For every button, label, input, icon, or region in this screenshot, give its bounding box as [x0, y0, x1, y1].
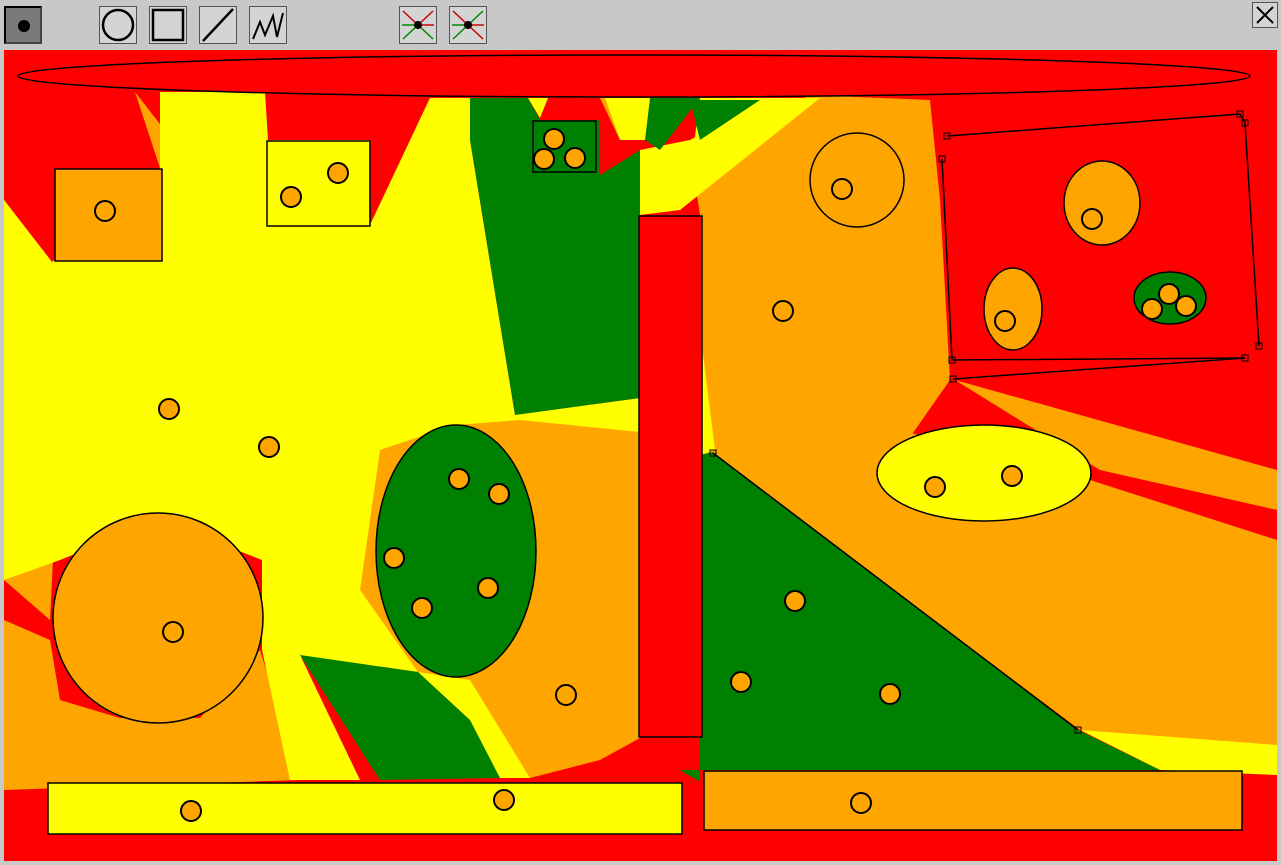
close-icon: [1256, 6, 1274, 24]
point-marker[interactable]: [879, 683, 901, 705]
point-marker[interactable]: [448, 468, 470, 490]
point-marker[interactable]: [564, 147, 586, 169]
point-marker[interactable]: [477, 577, 499, 599]
red-pillar-obstacle[interactable]: [638, 215, 703, 738]
light-rays-icon: [402, 10, 434, 40]
point-marker[interactable]: [327, 162, 349, 184]
point-marker[interactable]: [831, 178, 853, 200]
point-marker[interactable]: [543, 128, 565, 150]
point-marker[interactable]: [280, 186, 302, 208]
point-marker[interactable]: [784, 590, 806, 612]
top-ellipse-obstacle[interactable]: [17, 54, 1251, 98]
circle-icon: [101, 8, 135, 42]
light-rays-icon: [452, 10, 484, 40]
orange-bar-obstacle[interactable]: [703, 770, 1243, 831]
point-marker[interactable]: [383, 547, 405, 569]
point-tool-button[interactable]: [4, 6, 42, 44]
orange-circle-obstacle-large[interactable]: [52, 512, 264, 724]
scene-svg[interactable]: [4, 50, 1277, 861]
point-marker[interactable]: [1081, 208, 1103, 230]
point-marker[interactable]: [158, 398, 180, 420]
point-marker[interactable]: [1141, 298, 1163, 320]
point-marker[interactable]: [1158, 283, 1180, 305]
polyline-tool-button[interactable]: [249, 6, 287, 44]
point-marker[interactable]: [1175, 295, 1197, 317]
toolbar: [0, 0, 1281, 50]
point-marker[interactable]: [258, 436, 280, 458]
polyline-icon: [252, 12, 284, 40]
line-icon: [202, 8, 234, 42]
yellow-ellipse-obstacle[interactable]: [876, 424, 1092, 522]
point-marker[interactable]: [730, 671, 752, 693]
orange-ellipse-obstacle-a[interactable]: [1063, 160, 1141, 246]
point-marker[interactable]: [533, 148, 555, 170]
close-button[interactable]: [1252, 2, 1278, 28]
point-marker[interactable]: [94, 200, 116, 222]
yellow-square-obstacle[interactable]: [266, 140, 371, 227]
rectangle-tool-button[interactable]: [149, 6, 187, 44]
point-marker[interactable]: [162, 621, 184, 643]
yellow-bar-obstacle[interactable]: [47, 782, 683, 835]
light-source-a-button[interactable]: [399, 6, 437, 44]
point-marker[interactable]: [555, 684, 577, 706]
light-source-b-button[interactable]: [449, 6, 487, 44]
square-icon: [151, 8, 185, 42]
point-marker[interactable]: [411, 597, 433, 619]
circle-tool-button[interactable]: [99, 6, 137, 44]
point-marker[interactable]: [772, 300, 794, 322]
orange-circle-obstacle-top[interactable]: [809, 132, 905, 228]
line-tool-button[interactable]: [199, 6, 237, 44]
point-marker[interactable]: [488, 483, 510, 505]
drawing-canvas[interactable]: [4, 50, 1277, 861]
filled-dot-icon: [18, 20, 30, 32]
point-marker[interactable]: [994, 310, 1016, 332]
point-marker[interactable]: [924, 476, 946, 498]
point-marker[interactable]: [493, 789, 515, 811]
point-marker[interactable]: [1001, 465, 1023, 487]
point-marker[interactable]: [850, 792, 872, 814]
orange-ellipse-obstacle-b[interactable]: [983, 267, 1043, 351]
point-marker[interactable]: [180, 800, 202, 822]
